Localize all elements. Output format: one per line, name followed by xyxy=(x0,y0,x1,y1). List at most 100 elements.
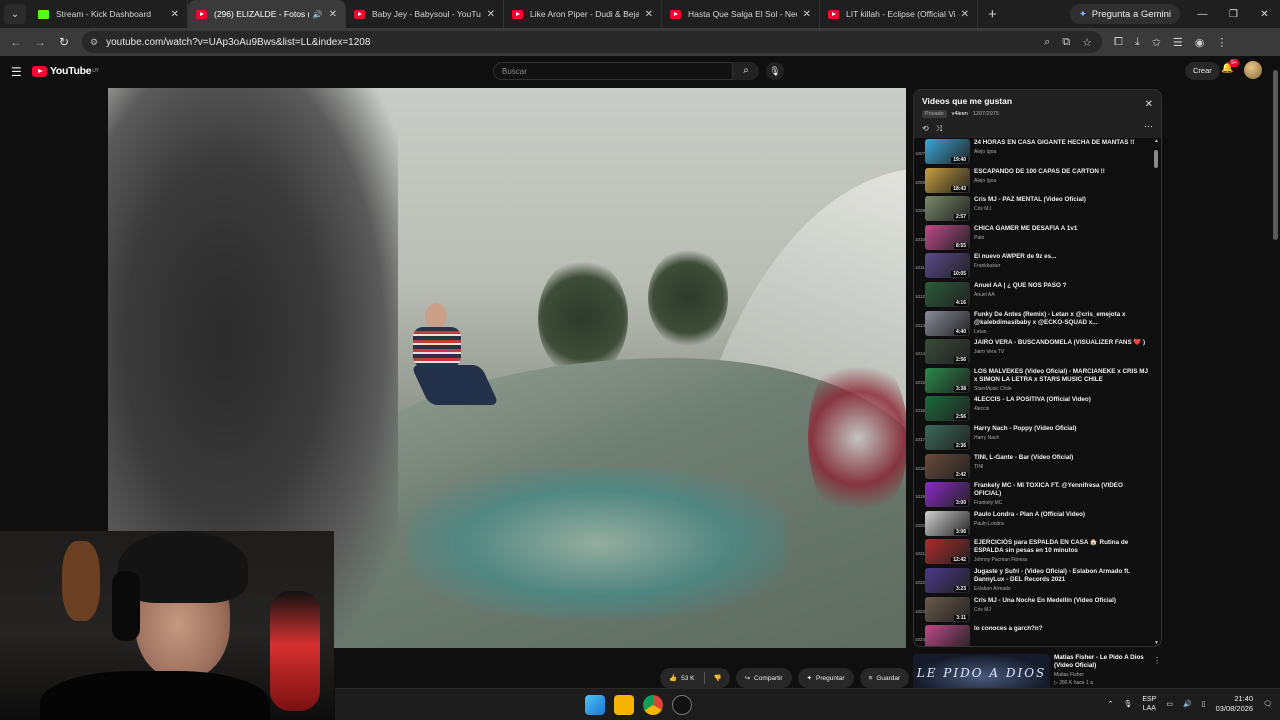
back-button[interactable]: ← xyxy=(4,35,28,49)
download-icon[interactable]: ⤓ xyxy=(1135,36,1140,49)
address-bar[interactable]: ⚙ youtube.com/watch?v=UAp3oAu9Bws&list=L… xyxy=(82,31,1102,53)
create-button[interactable]: Crear xyxy=(1185,62,1220,80)
playlist-item[interactable]: 1015 3:38 LOS MALVEKES (Video Oficial) - M… xyxy=(914,367,1161,397)
recommended-channel[interactable]: Matias Fisher xyxy=(1054,672,1154,678)
playlist-item-title[interactable]: EJERCICIOS para ESPALDA EN CASA 🏠 Rutina… xyxy=(974,539,1149,555)
close-tab-icon[interactable]: ✕ xyxy=(961,9,969,20)
shuffle-icon[interactable]: ⤨ xyxy=(936,124,942,134)
playlist-item-title[interactable]: LOS MALVEKES (Video Oficial) - MARCIANEK… xyxy=(974,368,1149,384)
video-thumbnail[interactable]: 3:38 xyxy=(925,367,970,393)
close-tab-icon[interactable]: ✕ xyxy=(329,9,337,20)
playlist-item[interactable]: 1022 3:23 Jugaste y Sufrí - (Video Oficial… xyxy=(914,567,1161,597)
playlist-item-title[interactable]: 4LECCIS - LA POSITIVA (Official Video) xyxy=(974,396,1149,404)
notification-center-icon[interactable]: 🗨 xyxy=(1263,700,1272,708)
playlist-item[interactable]: 1014 2:56 JAIRO VERA - BUSCANDOMELA (VISUA… xyxy=(914,339,1161,368)
playlist-item-title[interactable]: lo conoces a garch?n? xyxy=(974,625,1149,633)
browser-tab[interactable]: Like Aron Piper - Dudi & Beja ✕ xyxy=(504,0,662,28)
microphone-icon[interactable]: 🎙 xyxy=(766,62,784,80)
close-tab-icon[interactable]: ✕ xyxy=(171,9,179,20)
playlist-item-title[interactable]: Paulo Londra - Plan A (Official Video) xyxy=(974,511,1149,519)
browser-tab[interactable]: (296) ELIZALDE - Fotos (Vid 🔊 ✕ xyxy=(188,0,346,28)
playlist-item-channel[interactable]: 4leccis xyxy=(974,406,1149,412)
playlist-item-channel[interactable]: Johnny Pacman Fitness xyxy=(974,557,1149,563)
video-thumbnail[interactable]: 4:16 xyxy=(925,281,970,307)
playlist-item-title[interactable]: Funky De Antes (Remix) - Letan x @cris_e… xyxy=(974,311,1149,327)
file-explorer-icon[interactable] xyxy=(614,695,634,715)
microphone-tray-icon[interactable]: 🎙 xyxy=(1123,700,1132,708)
playlist-item-title[interactable]: El nuevo AWPER de 9z es... xyxy=(974,253,1149,261)
playlist-item-title[interactable]: TINI, L-Gante - Bar (Video Oficial) xyxy=(974,454,1149,462)
browser-tab[interactable]: Hasta Que Salga El Sol - Neutr ✕ xyxy=(662,0,820,28)
playlist-item[interactable]: 1008 18:43 ESCAPANDO DE 100 CAPAS DE CARTO… xyxy=(914,167,1161,197)
video-thumbnail[interactable]: 4:40 xyxy=(925,310,970,336)
recommended-thumbnail[interactable]: LE PIDO A DIOS xyxy=(913,654,1050,692)
playlist-item-channel[interactable]: Eslabon Armado xyxy=(974,586,1149,592)
playlist-item[interactable]: 1013 4:40 Funky De Antes (Remix) - Letan x… xyxy=(914,310,1161,340)
page-scrollbar[interactable] xyxy=(1271,56,1280,690)
save-button[interactable]: ≡ Guardar xyxy=(859,668,910,688)
tab-search-button[interactable]: ⌄ xyxy=(4,4,26,24)
playlist-item-title[interactable]: Cris MJ - PAZ MENTAL (Video Oficial) xyxy=(974,196,1149,204)
playlist-item-title[interactable]: Frankely MC - MI TOXICA FT. @Yennifresa … xyxy=(974,482,1149,498)
recommended-more-icon[interactable]: ⋮ xyxy=(1153,656,1161,665)
playlist-item[interactable]: 1021 12:42 EJERCICIOS para ESPALDA EN CASA… xyxy=(914,539,1161,568)
playlist-item[interactable]: 1009 2:57 Cris MJ - PAZ MENTAL (Video Ofic… xyxy=(914,196,1161,225)
more-options-icon[interactable]: ⋯ xyxy=(1144,121,1153,132)
playlist-item-title[interactable]: Anuel AA | ¿ QUE NOS PASO ? xyxy=(974,282,1149,290)
youtube-logo[interactable]: YouTube UY xyxy=(32,65,99,77)
video-thumbnail[interactable]: 18:43 xyxy=(925,167,970,193)
browser-tab[interactable]: Stream - Kick Dashboard ✕ xyxy=(30,0,188,28)
recommended-title[interactable]: Matias Fisher - Le Pido A Dios (Video Of… xyxy=(1054,654,1154,670)
bookmarks-icon[interactable]: ✩ xyxy=(1152,36,1161,49)
zoom-icon[interactable]: ⌕ xyxy=(1044,36,1050,49)
video-thumbnail[interactable]: 3:00 xyxy=(925,482,970,508)
playlist-item[interactable]: 1017 2:36 Harry Nach - Poppy (Video Oficia… xyxy=(914,424,1161,454)
video-thumbnail[interactable]: 19:40 xyxy=(925,139,970,164)
reload-button[interactable]: ↻ xyxy=(52,35,76,49)
guide-menu-icon[interactable]: ☰ xyxy=(11,65,22,79)
playlist-item[interactable]: 1020 3:06 Paulo Londra - Plan A (Official … xyxy=(914,510,1161,540)
video-thumbnail[interactable]: 3:23 xyxy=(925,567,970,593)
playlist-item-channel[interactable]: Jairo Vera TV xyxy=(974,349,1149,355)
playlist-owner[interactable]: v4leen xyxy=(952,111,968,117)
playlist-item-channel[interactable]: Frankkaster xyxy=(974,263,1149,269)
close-tab-icon[interactable]: ✕ xyxy=(645,9,653,20)
playlist-item[interactable]: 1023 3:11 Cris MJ - Una Noche En Medellín … xyxy=(914,596,1161,626)
playlist-item-title[interactable]: Jugaste y Sufrí - (Video Oficial) - Esla… xyxy=(974,568,1149,584)
playlist-item-title[interactable]: Cris MJ - Una Noche En Medellín (Video O… xyxy=(974,597,1149,605)
close-tab-icon[interactable]: ✕ xyxy=(487,9,495,20)
browser-tab[interactable]: Baby Jey - Babysoul - YouTube ✕ xyxy=(346,0,504,28)
playlist-item-title[interactable]: ESCAPANDO DE 100 CAPAS DE CARTON !! xyxy=(974,168,1149,176)
video-thumbnail[interactable]: 3:11 xyxy=(925,596,970,622)
clock[interactable]: 21:40 03/08/2026 xyxy=(1216,694,1254,714)
browser-tab[interactable]: LIT killah - Eclipse (Official Vide ✕ xyxy=(820,0,978,28)
playlist-item-title[interactable]: JAIRO VERA - BUSCANDOMELA (VISUALIZER FA… xyxy=(974,339,1149,347)
playlist-item-channel[interactable]: StarsMusic Chile xyxy=(974,386,1149,392)
playlist-item-channel[interactable]: Anuel AA xyxy=(974,292,1149,298)
video-thumbnail[interactable]: 2:56 xyxy=(925,396,970,422)
forward-button[interactable]: → xyxy=(28,35,52,49)
page-scroll-thumb[interactable] xyxy=(1273,70,1278,240)
video-thumbnail[interactable]: 2:36 xyxy=(925,424,970,450)
new-tab-button[interactable]: + xyxy=(988,6,997,23)
playlist-item-title[interactable]: Harry Nach - Poppy (Video Oficial) xyxy=(974,425,1149,433)
profile-icon[interactable]: ◉ xyxy=(1195,36,1205,49)
playlist-item-title[interactable]: 24 HORAS EN CASA GIGANTE HECHA DE MANTAS… xyxy=(974,139,1149,147)
bookmark-star-icon[interactable]: ☆ xyxy=(1082,36,1092,49)
playlist-item[interactable]: 1011 10:05 El nuevo AWPER de 9z es... Frank… xyxy=(914,253,1161,282)
chrome-icon[interactable] xyxy=(643,695,663,715)
playlist-item[interactable]: 1012 4:16 Anuel AA | ¿ QUE NOS PASO ? Anuel… xyxy=(914,281,1161,311)
playlist-item[interactable]: 1019 3:00 Frankely MC - MI TOXICA FT. @Yen… xyxy=(914,482,1161,511)
playlist-item-channel[interactable]: Cris MJ xyxy=(974,206,1149,212)
playlist-item[interactable]: 1010 8:55 CHICA GAMER ME DESAFÍA A 1v1 Pato xyxy=(914,224,1161,254)
video-thumbnail[interactable]: 8:55 xyxy=(925,224,970,250)
video-thumbnail[interactable] xyxy=(925,625,970,646)
video-thumbnail[interactable]: 12:42 xyxy=(925,539,970,565)
volume-icon[interactable]: 🔊 xyxy=(1183,700,1192,708)
cast-icon[interactable]: ⧉ xyxy=(1062,36,1070,49)
loop-icon[interactable]: ⟲ xyxy=(922,124,929,134)
like-count[interactable]: 53 K xyxy=(681,675,694,682)
close-icon[interactable]: ✕ xyxy=(1145,99,1153,110)
obs-icon[interactable] xyxy=(672,695,692,715)
playlist-item-channel[interactable]: Harry Nach xyxy=(974,435,1149,441)
